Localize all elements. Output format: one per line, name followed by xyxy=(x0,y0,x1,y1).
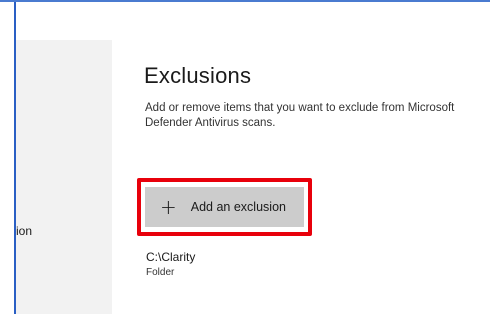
exclusion-type: Folder xyxy=(146,267,175,278)
page-description: Add or remove items that you want to exc… xyxy=(145,102,455,129)
exclusion-path: C:\Clarity xyxy=(146,250,196,264)
sidebar-item-label[interactable]: ion xyxy=(16,224,32,238)
add-exclusion-button[interactable]: + Add an exclusion xyxy=(145,187,304,227)
add-exclusion-label: Add an exclusion xyxy=(190,200,286,214)
exclusion-list-item[interactable]: C:\Clarity Folder xyxy=(146,250,195,278)
page-title: Exclusions xyxy=(144,63,252,88)
plus-icon: + xyxy=(160,195,177,219)
window-top-border xyxy=(0,0,490,2)
navigation-pane xyxy=(16,40,112,314)
